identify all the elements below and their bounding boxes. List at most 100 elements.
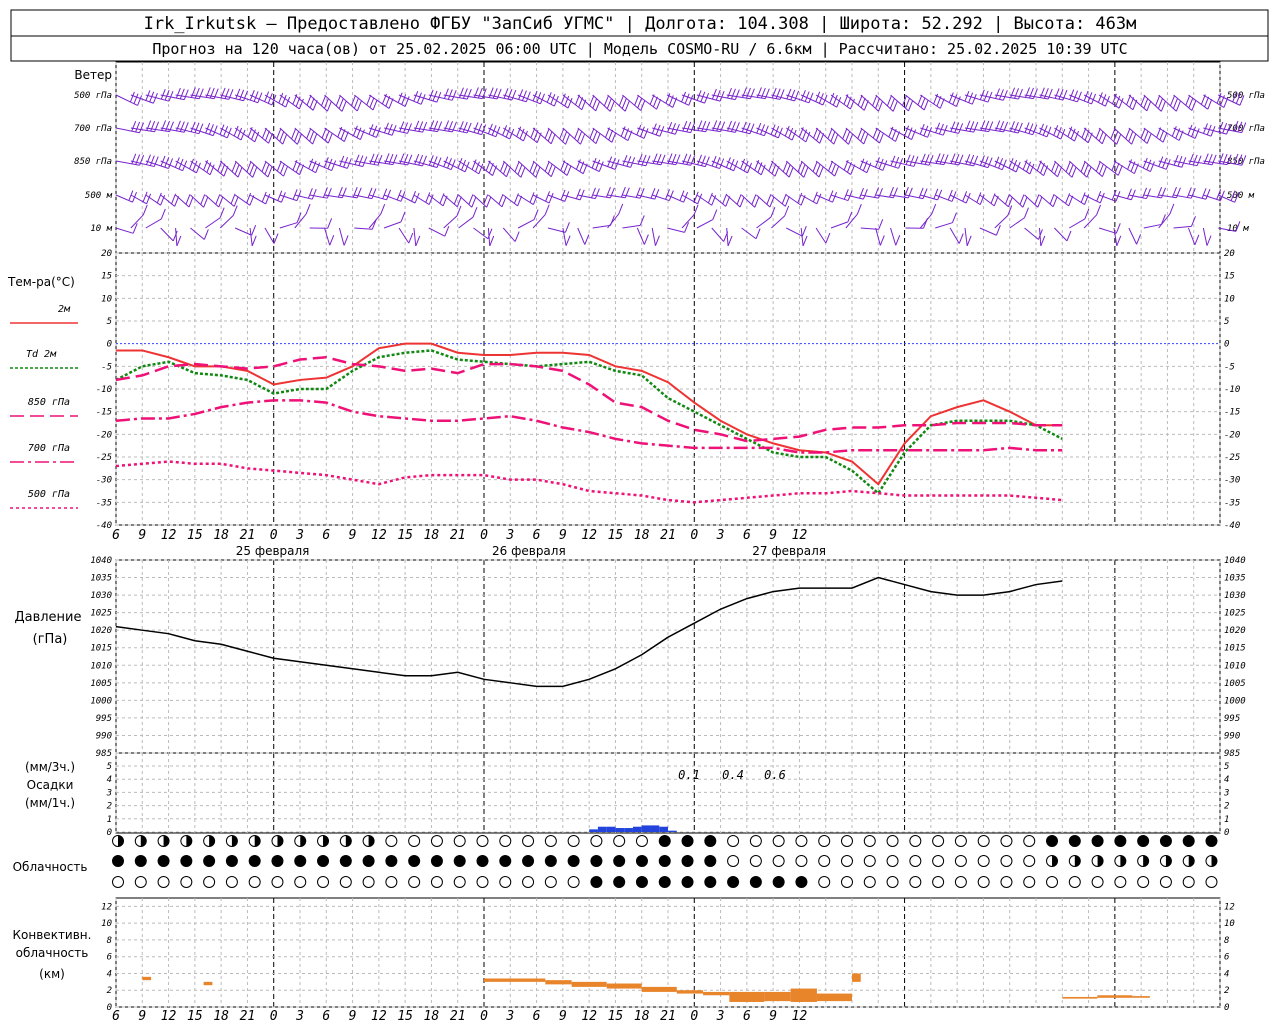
pressure-unit: (гПа) [33,632,68,647]
conv-tick-right: 2 [1224,986,1229,996]
wind-barb-feather [920,153,926,164]
wind-barb-feather [589,128,595,139]
cloud-cover-symbol [1023,876,1036,888]
wind-barb-feather [408,232,414,244]
hour-label-bottom: 21 [660,1009,676,1024]
temp-tick-left: -10 [96,385,112,395]
conv-tick-right: 12 [1224,902,1235,912]
wind-barb [1009,217,1025,229]
wind-barb-feather [249,164,255,175]
wind-barb-feather [1004,193,1010,205]
pressure-tick-left: 1010 [90,661,112,671]
wind-barb-feather [129,91,135,103]
conv-unit: (км) [39,967,65,981]
precip-bar [650,825,660,832]
wind-barb-feather [280,192,286,203]
hour-label-top: 15 [187,528,203,543]
wind-barb-feather [622,155,628,166]
pressure-tick-left: 990 [96,731,112,741]
cloud-cover-symbol [772,876,785,888]
wind-barb [711,160,734,172]
hour-label-bottom: 6 [743,1009,751,1024]
cloud-cover-symbol [909,835,922,847]
wind-barb-feather [1159,129,1165,141]
cloud-cover-symbol [749,876,762,888]
wind-barb-feather [595,159,601,171]
wind-barb-feather [369,153,375,164]
wind-barb-feather [904,125,910,136]
wind-barb-feather [350,95,356,106]
wind-barb [696,219,714,229]
cloud-cover-symbol [886,835,899,847]
cloud-cover-symbol [1182,876,1195,888]
wind-barb-feather [645,155,651,166]
cloud-cover-symbol [727,876,740,888]
cloud-cover-symbol [1000,835,1013,847]
wind-barb-feather [594,188,600,199]
wind-barb-feather [1096,204,1102,216]
wind-barb [160,160,183,172]
wind-barb-feather [1002,90,1008,101]
temp-tick-right: -5 [1224,362,1235,372]
hour-label-bottom: 15 [397,1009,413,1024]
wind-barb-feather [1196,155,1202,166]
cloud-cover-symbol [362,855,375,867]
pressure-tick-left: 1015 [90,644,112,654]
pressure-tick-right: 1010 [1224,661,1246,671]
wind-barb-feather [1080,161,1086,173]
wind-barb-feather [1207,98,1213,110]
precip-tick-right: 1 [1224,815,1229,825]
wind-barb-feather [1136,234,1142,245]
wind-barb-feather [818,166,824,178]
wind-barb-feather [520,167,526,178]
date-label: 25 февраля [236,544,310,558]
wind-barb-feather [626,156,632,167]
wind-barb-feather [808,92,814,103]
wind-barb-feather [895,235,901,246]
wind-barb-feather [208,124,214,135]
cloud-cover-symbol [225,876,238,888]
wind-barb-feather [784,196,790,207]
precip-tick-right: 4 [1224,775,1229,785]
wind-barb-feather [950,121,956,132]
wind-barb-feather [137,95,143,106]
wind-barb-feather [1007,196,1013,207]
wind-barb-feather [656,99,662,110]
cloud-cover-symbol [157,876,170,888]
conv-tick-right: 6 [1224,953,1229,963]
precip-label-2: 0.4 [722,768,744,782]
wind-barb-feather [343,235,349,246]
temp-tick-right: -15 [1224,408,1240,418]
hour-label-top: 12 [581,528,597,543]
wind-barb-feather [766,194,772,205]
precip-bar [641,825,651,832]
wind-barb-feather [273,233,279,244]
wind-barb-feather [501,196,507,207]
cloud-cover-symbol [134,876,147,888]
wind-barb-feather [763,125,769,136]
wind-barb-feather [847,211,853,223]
wind-barb-feather [1187,124,1193,136]
wind-barb-feather [291,128,297,140]
wind-barb-feather [577,131,583,142]
wind-barb-feather [354,154,360,165]
hour-label-top: 15 [397,528,413,543]
wind-barb-feather [727,87,732,99]
cloud-cover-symbol [271,876,284,888]
wind-level-left: 10 м [90,224,112,234]
wind-barb-feather [711,88,717,100]
wind-barb-feather [1188,153,1194,165]
wind-barb [1128,227,1138,245]
wind-barb-feather [386,189,392,200]
wind-barb-feather [307,188,313,199]
wind-barb-feather [606,98,612,109]
wind-barb-feather [367,187,373,198]
wind-barb-feather [712,209,718,220]
wind-barb-feather [872,95,878,106]
wind-barb-feather [156,192,162,204]
cloud-cover-symbol [863,835,876,847]
hour-label-bottom: 18 [213,1009,229,1024]
wind-level-right: 700 гПа [1227,124,1265,134]
hour-label-bottom: 21 [450,1009,466,1024]
precip-bar [624,828,633,832]
